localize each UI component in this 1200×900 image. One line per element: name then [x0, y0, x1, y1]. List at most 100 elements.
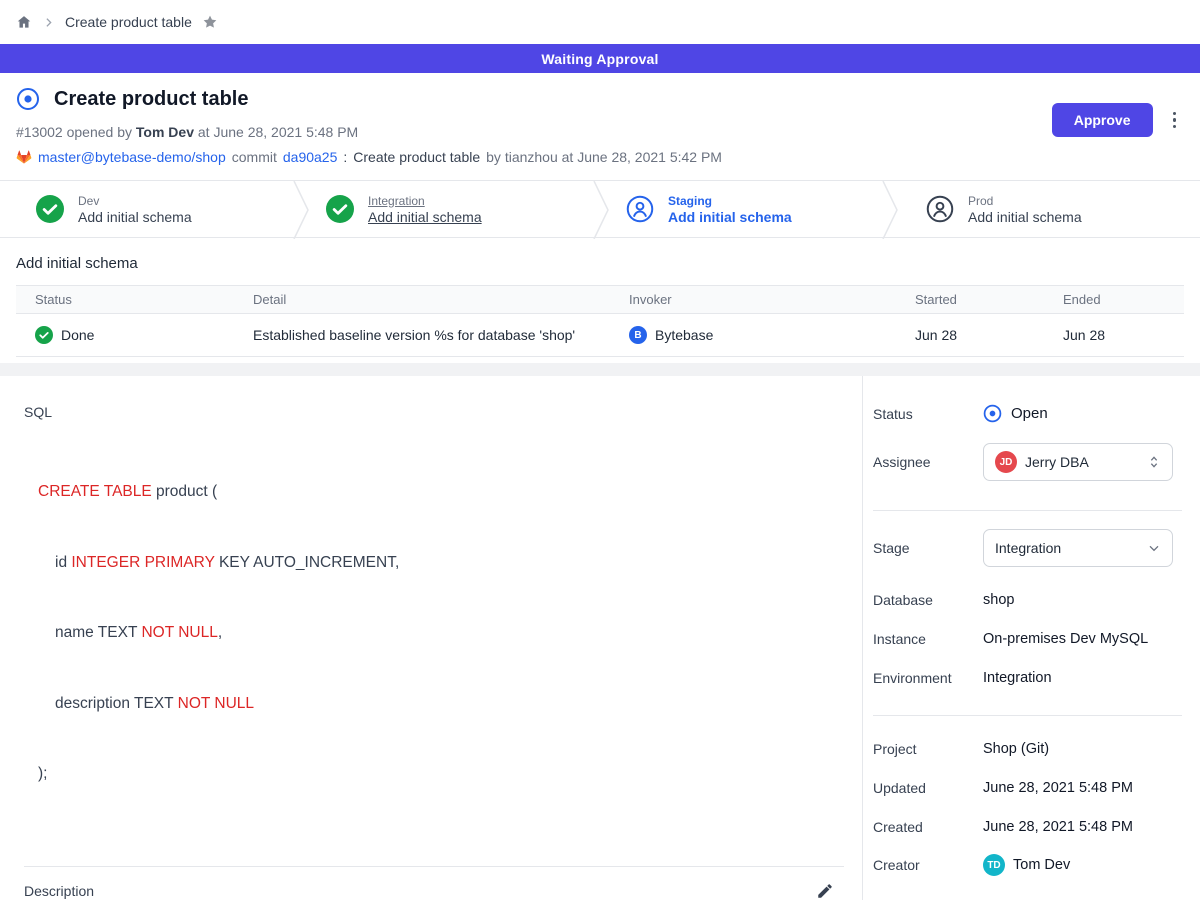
created-value: June 28, 2021 5:48 PM [983, 819, 1133, 835]
sql-text: KEY AUTO_INCREMENT, [215, 554, 400, 571]
creator-avatar: TD [983, 854, 1005, 876]
sql-text: , [218, 624, 222, 641]
task-started: Jun 28 [915, 327, 957, 343]
divider [873, 510, 1182, 511]
branch-link[interactable]: master@bytebase-demo/shop [38, 149, 226, 165]
stage-approval-icon [626, 195, 654, 223]
home-icon[interactable] [16, 14, 32, 30]
updown-chevron-icon [1146, 454, 1162, 470]
assignee-avatar: JD [995, 451, 1017, 473]
stage-separator [593, 181, 609, 239]
stage-done-icon [36, 195, 64, 223]
environment-label: Environment [873, 670, 983, 686]
stage-select[interactable]: Integration [983, 529, 1173, 567]
stage-done-icon [326, 195, 354, 223]
stage-pending-icon [926, 195, 954, 223]
created-label: Created [873, 819, 983, 835]
status-label: Status [873, 406, 983, 422]
approve-button[interactable]: Approve [1052, 103, 1153, 137]
main-panel: SQL CREATE TABLE product ( id INTEGER PR… [0, 376, 862, 900]
sql-label: SQL [24, 404, 844, 420]
updated-label: Updated [873, 780, 983, 796]
breadcrumb: Create product table [0, 0, 1200, 44]
stage-env-label: Prod [968, 194, 1082, 208]
chevron-down-icon [1146, 540, 1162, 556]
done-check-icon [35, 326, 53, 344]
commit-message: Create product table [353, 149, 480, 165]
col-detail: Detail [234, 286, 610, 313]
commit-by: by tianzhou at June 28, 2021 5:42 PM [486, 149, 722, 165]
issue-header: Create product table #13002 opened by To… [0, 73, 1200, 165]
task-invoker: Bytebase [655, 327, 713, 343]
task-detail: Established baseline version %s for data… [253, 327, 575, 343]
table-row: Done Established baseline version %s for… [16, 314, 1184, 356]
sql-text: description TEXT [55, 695, 178, 712]
pipeline: Dev Add initial schema Integration Add i… [0, 180, 1200, 238]
col-invoker: Invoker [610, 286, 896, 313]
issue-meta: #13002 opened by Tom Dev at June 28, 202… [16, 124, 1184, 140]
sql-keyword: NOT NULL [141, 624, 217, 641]
project-label: Project [873, 741, 983, 757]
commit-colon: : [343, 149, 347, 165]
open-status-icon [983, 404, 1002, 423]
task-ended: Jun 28 [1063, 327, 1105, 343]
sql-keyword: INTEGER PRIMARY [71, 554, 214, 571]
issue-sidebar: Status Open Assignee JD Jerry DBA Stage [862, 376, 1200, 900]
status-banner: Waiting Approval [0, 44, 1200, 73]
stage-separator [293, 181, 309, 239]
stage-task-label: Add initial schema [968, 209, 1082, 225]
sql-text: id [55, 554, 71, 571]
divider [873, 715, 1182, 716]
issue-author: Tom Dev [136, 124, 194, 140]
creator-label: Creator [873, 857, 983, 873]
sql-keyword: NOT NULL [178, 695, 254, 712]
col-ended: Ended [1044, 286, 1182, 313]
pipeline-stage-staging[interactable]: Staging Add initial schema [600, 181, 900, 237]
star-icon[interactable] [202, 14, 218, 30]
assignee-value: Jerry DBA [1025, 454, 1138, 470]
task-table-header: Status Detail Invoker Started Ended [16, 286, 1184, 314]
assignee-select[interactable]: JD Jerry DBA [983, 443, 1173, 481]
status-banner-text: Waiting Approval [541, 51, 658, 67]
stage-value: Integration [995, 540, 1138, 556]
database-label: Database [873, 592, 983, 608]
status-text: Open [1011, 405, 1048, 422]
stage-env-label: Integration [368, 194, 482, 208]
stage-task-label: Add initial schema [668, 209, 792, 225]
sql-text: product ( [152, 483, 217, 500]
issue-opened-at: at June 28, 2021 5:48 PM [198, 124, 358, 140]
section-separator [0, 363, 1200, 376]
gitlab-icon [16, 149, 32, 165]
description-label: Description [24, 883, 94, 899]
task-section-heading: Add initial schema [16, 255, 1184, 272]
database-value: shop [983, 592, 1014, 608]
stage-label: Stage [873, 540, 983, 556]
col-status: Status [16, 286, 234, 313]
pipeline-stage-prod[interactable]: Prod Add initial schema [900, 181, 1200, 237]
breadcrumb-current: Create product table [65, 14, 192, 30]
col-started: Started [896, 286, 1044, 313]
edit-description-icon[interactable] [816, 882, 834, 900]
stage-task-label: Add initial schema [78, 209, 192, 225]
task-table: Status Detail Invoker Started Ended Done… [16, 285, 1184, 357]
invoker-avatar: B [629, 326, 647, 344]
environment-value: Integration [983, 670, 1052, 686]
commit-word: commit [232, 149, 277, 165]
pipeline-stage-integration[interactable]: Integration Add initial schema [300, 181, 600, 237]
assignee-label: Assignee [873, 454, 983, 470]
sql-text: ); [38, 765, 47, 782]
status-value: Open [983, 404, 1048, 423]
instance-value: On-premises Dev MySQL [983, 631, 1148, 647]
stage-env-label: Dev [78, 194, 192, 208]
commit-hash-link[interactable]: da90a25 [283, 149, 338, 165]
pipeline-stage-dev[interactable]: Dev Add initial schema [0, 181, 300, 237]
updated-value: June 28, 2021 5:48 PM [983, 780, 1133, 796]
more-menu-icon[interactable] [1169, 108, 1181, 133]
project-value: Shop (Git) [983, 741, 1049, 757]
instance-label: Instance [873, 631, 983, 647]
stage-separator [882, 181, 898, 239]
stage-env-label: Staging [668, 194, 792, 208]
chevron-right-icon [42, 16, 55, 29]
sql-keyword: CREATE TABLE [38, 483, 152, 500]
divider [24, 866, 844, 867]
